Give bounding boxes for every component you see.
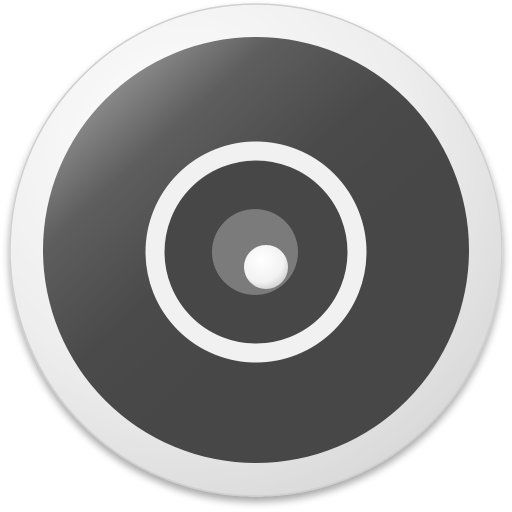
webcam-app-icon xyxy=(0,0,512,512)
webcam-lens-icon xyxy=(9,3,503,497)
lens-pupil xyxy=(244,245,288,289)
